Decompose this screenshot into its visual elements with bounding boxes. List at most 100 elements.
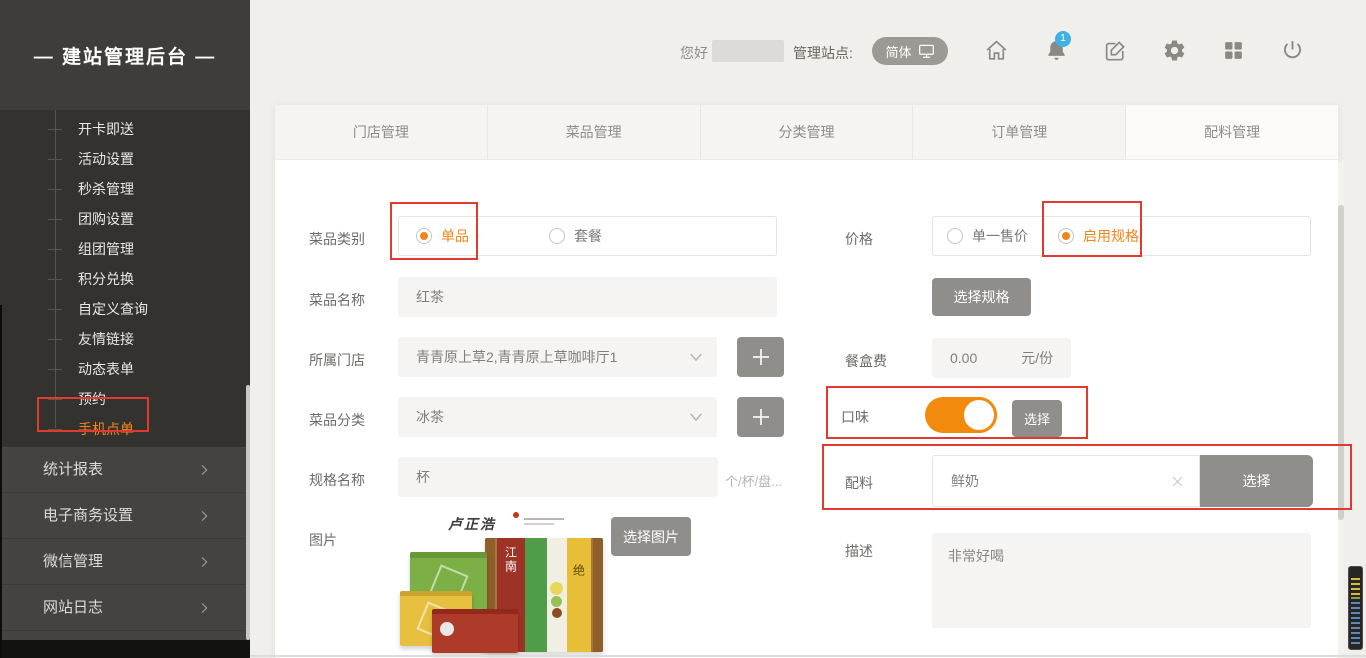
- box-fee-input[interactable]: 0.00 元/份: [932, 338, 1071, 378]
- chevron-right-icon: [196, 508, 212, 524]
- radio-single-price-label[interactable]: 单一售价: [972, 226, 1028, 246]
- sidebar-footer-strip: [0, 640, 250, 658]
- screen-bottom-edge: [250, 655, 1366, 657]
- radio-single-price[interactable]: [947, 228, 963, 244]
- plus-icon: [749, 405, 773, 429]
- grid-icon: [1221, 38, 1246, 63]
- edit-icon: [1103, 38, 1128, 63]
- store-label: 所属门店: [309, 350, 365, 370]
- content-panel: 门店管理 菜品管理 分类管理 订单管理 配料管理 菜品类别 单品 套餐 菜品名称…: [275, 105, 1338, 658]
- sidebar-item-teamgroup[interactable]: 组团管理: [0, 234, 250, 264]
- capture-widget[interactable]: [1348, 566, 1363, 650]
- content-scrollbar[interactable]: [1338, 205, 1344, 520]
- screen-left-edge: [0, 305, 2, 658]
- sidebar-menu: 开卡即送 活动设置 秒杀管理 团购设置 组团管理 积分兑换 自定义查询 友情链接…: [0, 110, 250, 449]
- chevron-down-icon[interactable]: [687, 408, 705, 426]
- language-button[interactable]: 简体: [872, 37, 948, 65]
- dish-type-label: 菜品类别: [309, 229, 365, 249]
- add-category-button[interactable]: [737, 397, 784, 437]
- sidebar-section-ecommerce[interactable]: 电子商务设置: [0, 493, 250, 539]
- dish-name-label: 菜品名称: [309, 290, 365, 310]
- notifications-button[interactable]: 1: [1043, 38, 1069, 64]
- price-label: 价格: [845, 229, 873, 249]
- radio-enable-spec-label[interactable]: 启用规格: [1083, 226, 1139, 246]
- spec-name-input[interactable]: 杯: [398, 457, 718, 497]
- app-title: — 建站管理后台 —: [0, 0, 250, 110]
- price-radio-group: 单一售价 启用规格: [932, 216, 1311, 256]
- censored-username: [712, 40, 784, 62]
- category-select[interactable]: 冰茶: [398, 397, 717, 437]
- ingredient-input[interactable]: 鲜奶: [932, 455, 1200, 507]
- greeting-text: 您好: [680, 43, 708, 63]
- gear-icon: [1162, 38, 1187, 63]
- image-label: 图片: [309, 530, 337, 550]
- sidebar-item-dynamic-form[interactable]: 动态表单: [0, 354, 250, 384]
- sidebar-item-points[interactable]: 积分兑换: [0, 264, 250, 294]
- dish-type-radio-group: 单品 套餐: [398, 216, 777, 256]
- choose-spec-button[interactable]: 选择规格: [932, 278, 1031, 316]
- dish-name-input[interactable]: 红茶: [398, 277, 777, 317]
- tab-ingredient-management[interactable]: 配料管理: [1125, 105, 1338, 159]
- sidebar-sections: 统计报表 电子商务设置 微信管理 网站日志: [0, 447, 250, 658]
- sidebar-section-site-log[interactable]: 网站日志: [0, 585, 250, 631]
- radio-combo[interactable]: [549, 228, 565, 244]
- sidebar-item-booking[interactable]: 预约: [0, 384, 250, 414]
- notification-badge: 1: [1055, 31, 1071, 47]
- tab-bar: 门店管理 菜品管理 分类管理 订单管理 配料管理: [275, 105, 1338, 160]
- settings-button[interactable]: [1161, 38, 1187, 64]
- sidebar-scrollbar[interactable]: [246, 385, 250, 640]
- box-fee-value: 0.00: [950, 350, 977, 366]
- monitor-icon: [918, 44, 935, 59]
- flavor-toggle[interactable]: [925, 397, 997, 433]
- spec-name-label: 规格名称: [309, 470, 365, 490]
- photo-box-text: 绝: [571, 538, 588, 578]
- box-fee-label: 餐盒费: [845, 351, 887, 371]
- photo-red-box: [432, 609, 518, 653]
- ingredient-choose-button[interactable]: 选择: [1200, 455, 1313, 507]
- logout-button[interactable]: [1279, 38, 1305, 64]
- sidebar-item-custom-query[interactable]: 自定义查询: [0, 294, 250, 324]
- apps-button[interactable]: [1220, 38, 1246, 64]
- tab-category-management[interactable]: 分类管理: [700, 105, 913, 159]
- sidebar: — 建站管理后台 — 开卡即送 活动设置 秒杀管理 团购设置 组团管理 积分兑换…: [0, 0, 250, 658]
- sidebar-item-seckill[interactable]: 秒杀管理: [0, 174, 250, 204]
- ingredient-label: 配料: [845, 473, 873, 493]
- sidebar-item-groupbuy[interactable]: 团购设置: [0, 204, 250, 234]
- photo-brand-seal: [513, 512, 519, 518]
- add-store-button[interactable]: [737, 337, 784, 377]
- sidebar-item-card-gift[interactable]: 开卡即送: [0, 114, 250, 144]
- app-title-text: — 建站管理后台 —: [34, 42, 217, 69]
- choose-image-button[interactable]: 选择图片: [611, 517, 691, 556]
- clear-icon[interactable]: [1170, 474, 1185, 489]
- radio-single-item-label[interactable]: 单品: [441, 226, 469, 246]
- radio-combo-label[interactable]: 套餐: [574, 226, 602, 246]
- sidebar-item-mobile-order[interactable]: 手机点单: [0, 414, 250, 444]
- power-icon: [1280, 38, 1305, 63]
- radio-enable-spec[interactable]: [1058, 228, 1074, 244]
- tab-dish-management[interactable]: 菜品管理: [487, 105, 700, 159]
- plus-icon: [749, 345, 773, 369]
- home-button[interactable]: [983, 38, 1009, 64]
- store-select[interactable]: 青青原上草2,青青原上草咖啡厅1: [398, 337, 717, 377]
- sidebar-item-links[interactable]: 友情链接: [0, 324, 250, 354]
- description-label: 描述: [845, 541, 873, 561]
- box-fee-unit: 元/份: [1021, 348, 1053, 368]
- chevron-right-icon: [196, 554, 212, 570]
- sidebar-item-activity[interactable]: 活动设置: [0, 144, 250, 174]
- dish-photo: 卢正浩 江南 绝: [400, 512, 610, 658]
- manage-site-label: 管理站点:: [793, 43, 853, 63]
- flavor-choose-button[interactable]: 选择: [1012, 400, 1062, 437]
- tab-store-management[interactable]: 门店管理: [275, 105, 487, 159]
- chevron-down-icon[interactable]: [687, 348, 705, 366]
- edit-button[interactable]: [1102, 38, 1128, 64]
- screen: — 建站管理后台 — 开卡即送 活动设置 秒杀管理 团购设置 组团管理 积分兑换…: [0, 0, 1366, 658]
- chevron-right-icon: [196, 600, 212, 616]
- photo-brand-text: 卢正浩: [448, 514, 496, 534]
- radio-single-item[interactable]: [416, 228, 432, 244]
- tab-order-management[interactable]: 订单管理: [912, 105, 1125, 159]
- chevron-right-icon: [196, 462, 212, 478]
- photo-box-text: 江南: [503, 538, 520, 574]
- sidebar-section-statistics[interactable]: 统计报表: [0, 447, 250, 493]
- description-textarea[interactable]: 非常好喝: [932, 533, 1311, 628]
- sidebar-section-wechat[interactable]: 微信管理: [0, 539, 250, 585]
